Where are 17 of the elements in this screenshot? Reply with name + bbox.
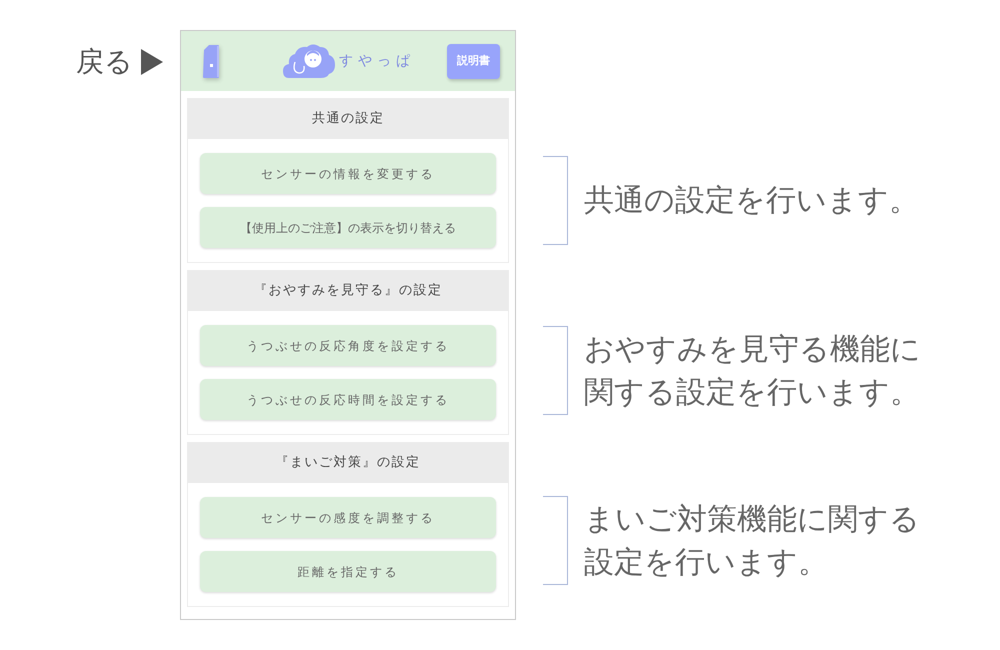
- annotation-text: 共通の設定を行います。: [584, 182, 920, 220]
- back-link[interactable]: 戻る: [76, 46, 163, 78]
- door-icon[interactable]: [201, 44, 221, 78]
- setting-button[interactable]: センサーの情報を変更する: [200, 153, 496, 194]
- section-title: 『おやすみを見守る』の設定: [188, 271, 508, 311]
- section-title: 共通の設定: [188, 99, 508, 139]
- triangle-icon: [141, 49, 163, 75]
- cloud-logo: [283, 44, 335, 78]
- logo-text: すやっぱ: [339, 52, 415, 70]
- setting-button[interactable]: 【使用上のご注意】の表示を切り替える: [200, 207, 496, 248]
- section-title: 『まいご対策』の設定: [188, 443, 508, 483]
- setting-button[interactable]: うつぶせの反応角度を設定する: [200, 325, 496, 366]
- setting-button[interactable]: うつぶせの反応時間を設定する: [200, 379, 496, 420]
- setting-button[interactable]: 距離を指定する: [200, 551, 496, 592]
- annotation-text: おやすみを見守る機能に関する設定を行います。: [584, 330, 922, 412]
- setting-button[interactable]: センサーの感度を調整する: [200, 497, 496, 538]
- annotation-text: まいご対策機能に関する設定を行います。: [584, 500, 921, 582]
